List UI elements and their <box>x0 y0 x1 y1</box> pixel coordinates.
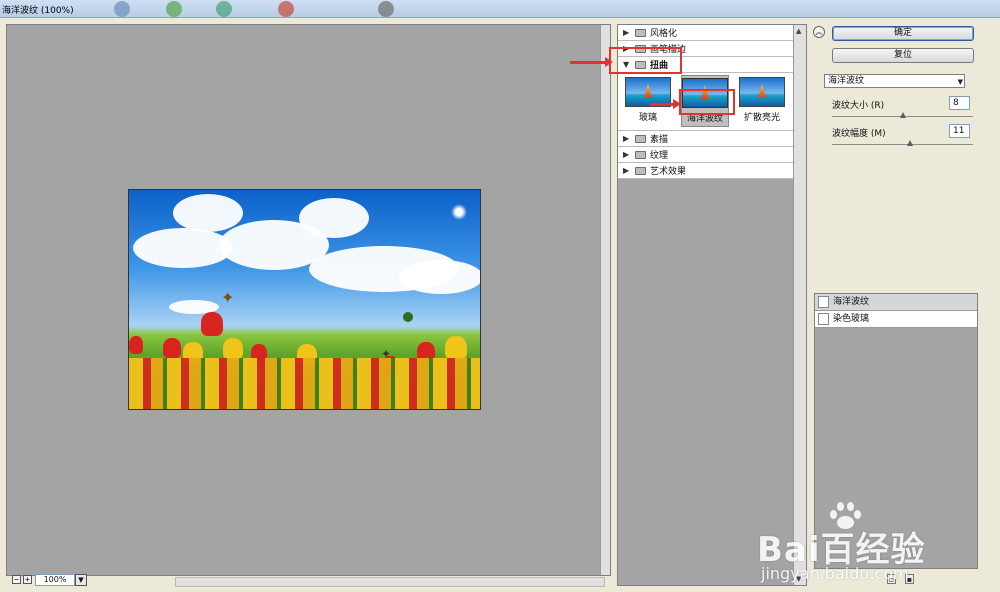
param-label: 波纹大小 (R) <box>832 101 885 111</box>
folder-icon <box>635 28 646 37</box>
visibility-icon[interactable] <box>818 296 829 308</box>
effect-layer-label: 染色玻璃 <box>833 314 870 324</box>
reset-button[interactable]: 复位 <box>832 48 974 63</box>
filter-thumb-label: 扩散亮光 <box>743 113 780 123</box>
annotation-box <box>679 89 735 115</box>
zoom-bar: − + 100% ▼ <box>6 574 611 588</box>
slider-handle[interactable] <box>900 112 906 118</box>
annotation-box <box>609 47 682 74</box>
triangle-right-icon[interactable]: ▶ <box>623 150 631 159</box>
chevron-down-icon[interactable]: ▼ <box>958 76 963 88</box>
zoom-out-button[interactable]: − <box>12 575 21 584</box>
folder-icon <box>635 150 646 159</box>
preview-image: ✦ ✦ <box>128 189 481 410</box>
filter-thumb-glass[interactable]: 玻璃 <box>624 77 672 123</box>
category-texture[interactable]: ▶ 纹理 <box>618 147 794 163</box>
preview-vertical-scrollbar[interactable] <box>600 25 610 575</box>
category-label: 艺术效果 <box>650 167 687 177</box>
annotation-arrow <box>650 99 681 109</box>
filter-thumb-label: 玻璃 <box>638 113 657 123</box>
triangle-right-icon[interactable]: ▶ <box>623 28 631 37</box>
category-label: 风格化 <box>650 29 678 39</box>
slider-handle[interactable] <box>907 140 913 146</box>
zoom-in-button[interactable]: + <box>23 575 32 584</box>
category-label: 素描 <box>650 135 669 145</box>
taskbar-app-icon <box>278 1 294 17</box>
filter-thumbnail-image <box>739 77 785 107</box>
butterfly-icon: ✦ <box>221 288 235 307</box>
window-titlebar: 海洋波纹 (100%) <box>0 0 1000 18</box>
triangle-right-icon[interactable]: ▶ <box>623 166 631 175</box>
filter-thumb-diffuse-glow[interactable]: 扩散亮光 <box>738 77 786 123</box>
watermark: Bai百经验 jingyan.baidu.com <box>757 502 957 592</box>
ripple-magnitude-input[interactable]: 11 <box>949 124 970 138</box>
watermark-url: jingyan.baidu.com <box>761 564 909 583</box>
zoom-level-field[interactable]: 100% <box>35 574 75 586</box>
filter-select-value: 海洋波纹 <box>828 76 865 86</box>
effect-layer-row[interactable]: 海洋波纹 <box>815 294 977 311</box>
annotation-arrow <box>570 57 613 67</box>
effect-layer-label: 海洋波纹 <box>833 297 870 307</box>
filter-gallery-dialog: ✦ ✦ − + 100% ▼ ▶ 风格化 ▶ 画笔描边 ▼ 扭曲 玻璃 海洋波纹… <box>0 18 1000 592</box>
folder-icon <box>635 166 646 175</box>
effect-layer-row[interactable]: 染色玻璃 <box>815 311 977 328</box>
category-artistic[interactable]: ▶ 艺术效果 <box>618 163 794 179</box>
taskbar-app-icon <box>378 1 394 17</box>
ok-button[interactable]: 确定 <box>832 26 974 41</box>
triangle-right-icon[interactable]: ▶ <box>623 134 631 143</box>
filter-list-scrollbar[interactable]: ▲ ▼ <box>793 25 806 585</box>
window-title: 海洋波纹 (100%) <box>2 6 74 16</box>
tree <box>403 312 413 322</box>
ripple-size-input[interactable]: 8 <box>949 96 970 110</box>
chevron-down-icon[interactable]: ▼ <box>75 574 87 586</box>
slider-track[interactable] <box>832 144 973 145</box>
preview-canvas[interactable]: ✦ ✦ <box>6 24 611 576</box>
param-label: 波纹幅度 (M) <box>832 129 886 139</box>
category-sketch[interactable]: ▶ 素描 <box>618 131 794 147</box>
taskbar-app-icon <box>216 1 232 17</box>
double-chevron-up-icon[interactable]: ︽ <box>813 26 825 38</box>
category-stylize[interactable]: ▶ 风格化 <box>618 25 794 41</box>
taskbar-app-icon <box>114 1 130 17</box>
sun <box>451 204 467 220</box>
scroll-up-icon[interactable]: ▲ <box>796 27 801 35</box>
preview-horizontal-scrollbar[interactable] <box>175 577 605 587</box>
category-label: 纹理 <box>650 151 669 161</box>
visibility-icon[interactable] <box>818 313 829 325</box>
filter-select[interactable]: 海洋波纹 ▼ <box>824 74 965 88</box>
taskbar-app-icon <box>166 1 182 17</box>
folder-icon <box>635 134 646 143</box>
